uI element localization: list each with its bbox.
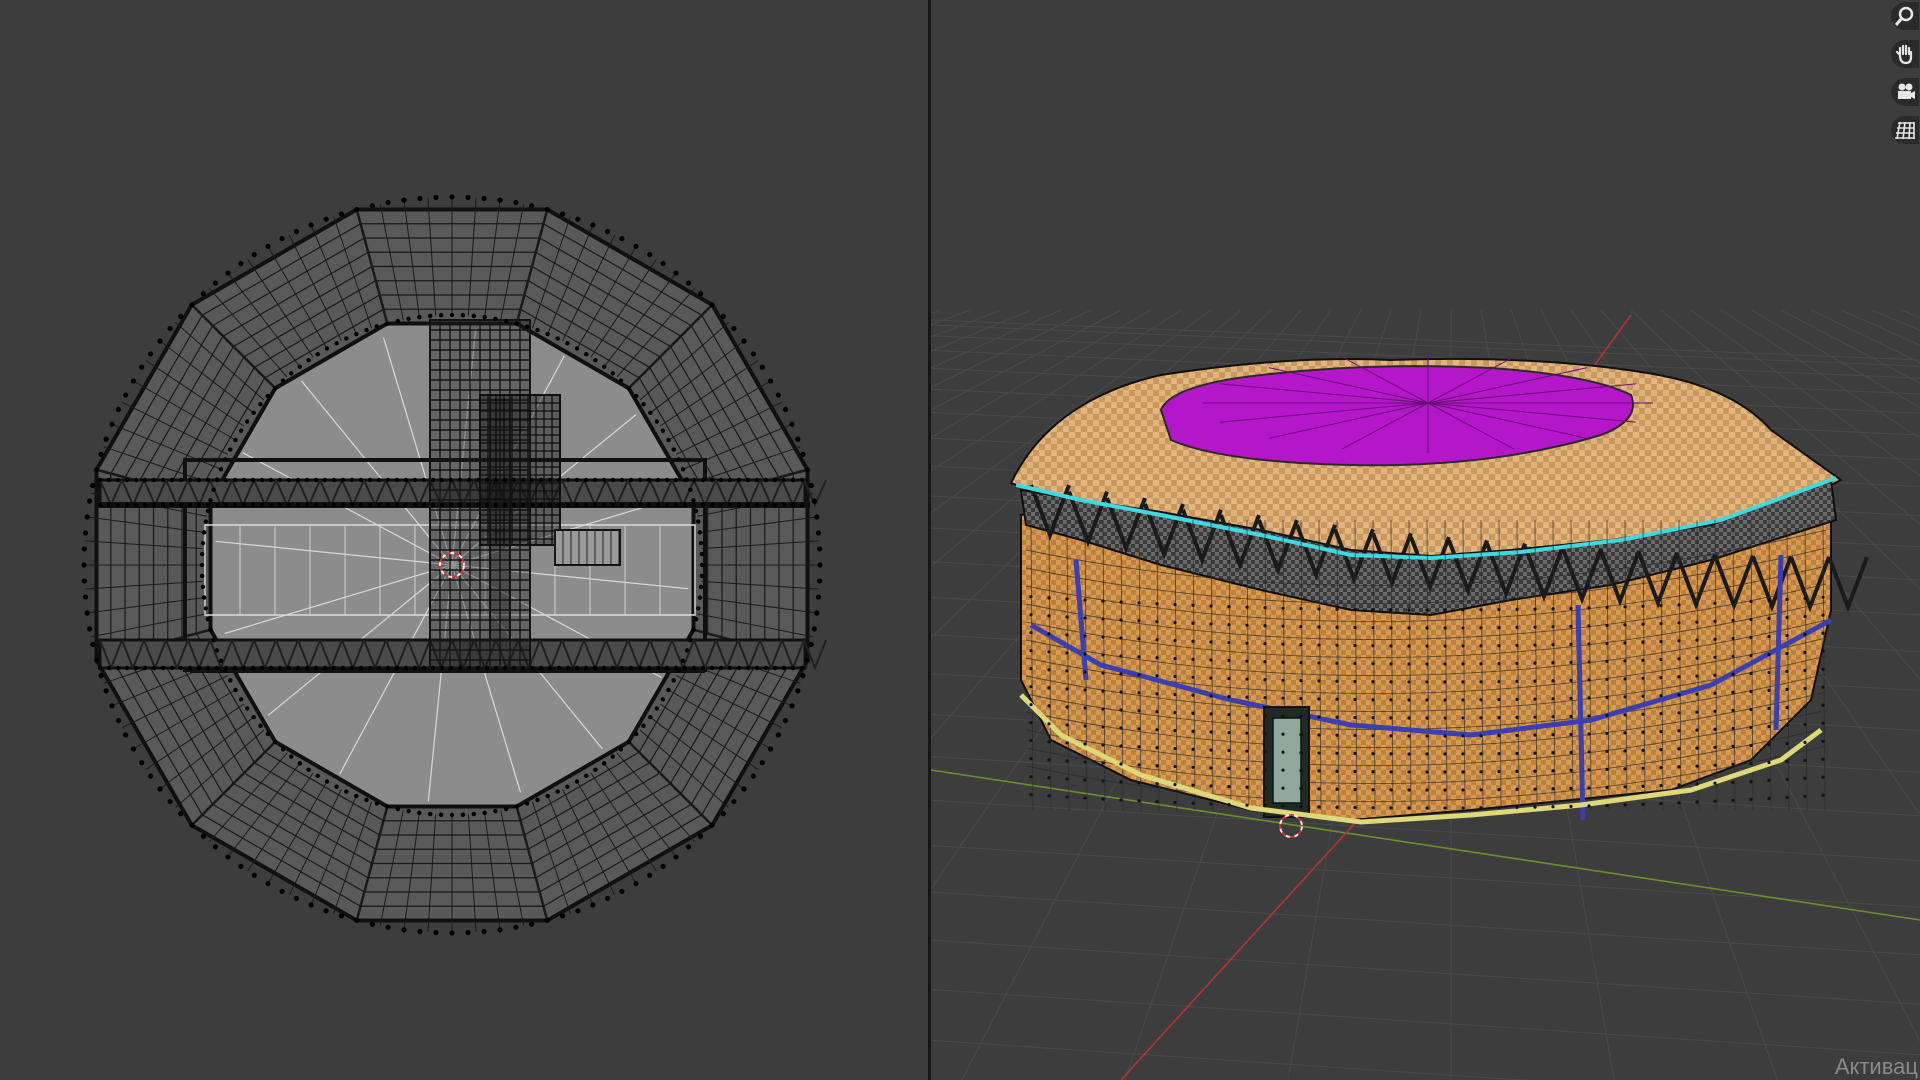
camera-button[interactable] bbox=[1891, 78, 1919, 106]
blender-app: Активац bbox=[0, 0, 1920, 1080]
perspective-toggle-button[interactable] bbox=[1891, 116, 1919, 144]
navigation-gizmo bbox=[1890, 0, 1920, 154]
grid-ortho-icon bbox=[1895, 121, 1915, 140]
windows-activation-watermark: Активац bbox=[1834, 1054, 1918, 1079]
zoom-button[interactable] bbox=[1891, 2, 1919, 30]
perspective-canvas[interactable] bbox=[931, 0, 1920, 1080]
camera-icon bbox=[1898, 83, 1915, 99]
zoom-magnifier-icon bbox=[1894, 6, 1914, 26]
perspective-viewport[interactable]: Активац bbox=[931, 0, 1920, 1080]
pan-button[interactable] bbox=[1891, 40, 1919, 68]
wireframe-mesh[interactable] bbox=[81, 194, 827, 936]
top-view-viewport[interactable] bbox=[0, 0, 928, 1080]
hand-pan-icon bbox=[1895, 44, 1913, 65]
top-view-canvas[interactable] bbox=[0, 0, 928, 1080]
building-mesh[interactable] bbox=[1009, 353, 1869, 825]
